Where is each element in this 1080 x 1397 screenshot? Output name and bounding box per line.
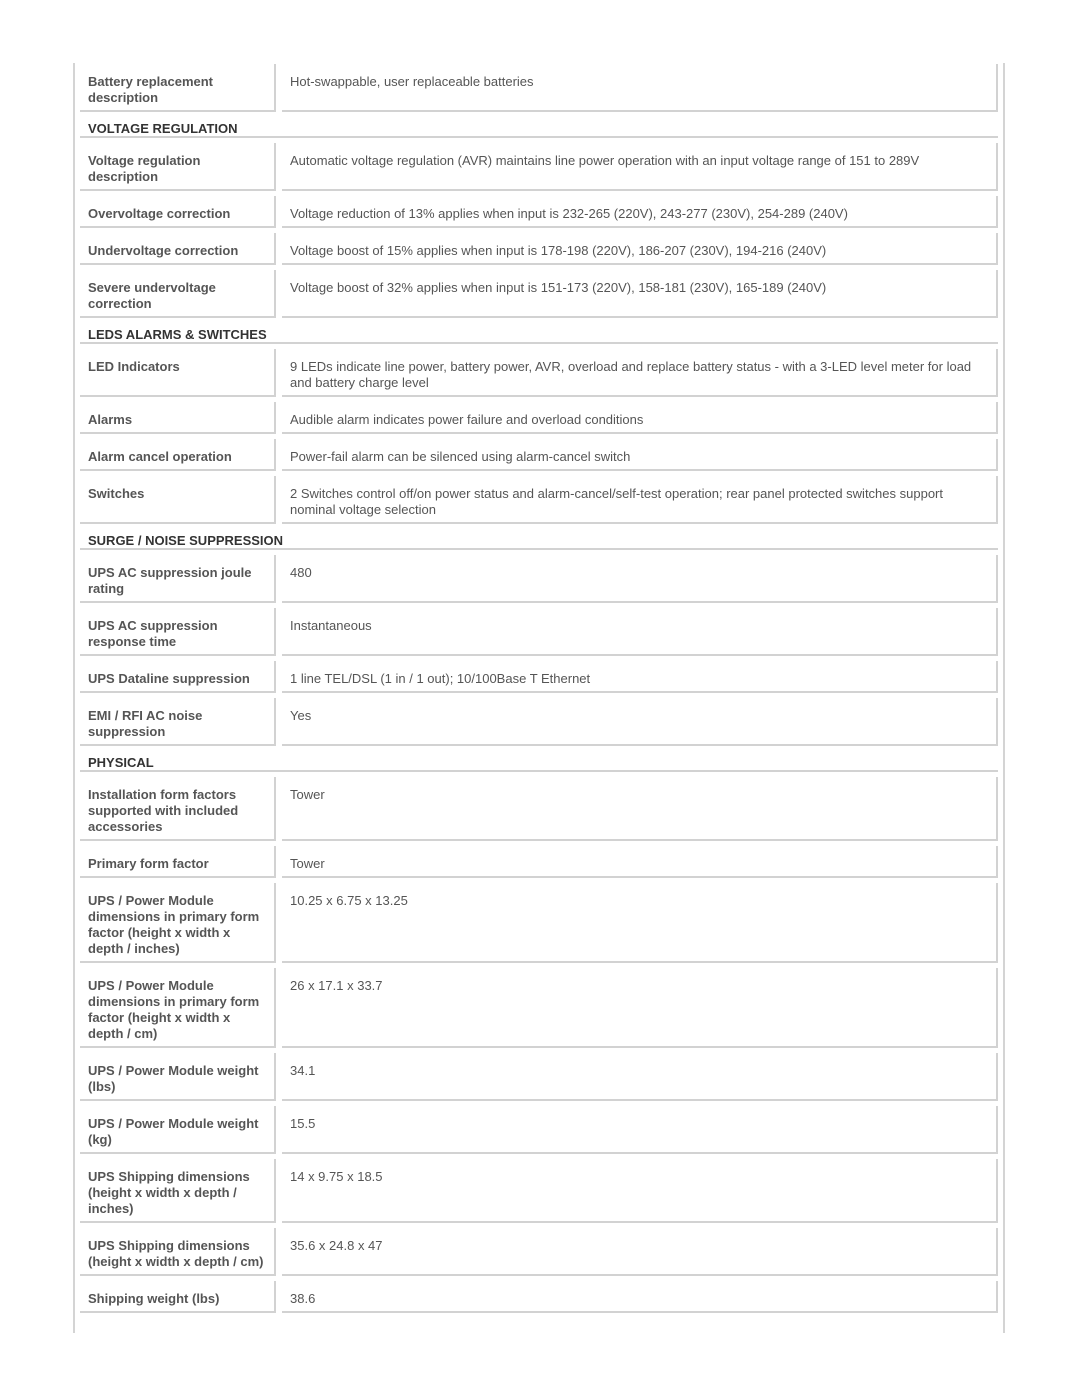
spec-value: 2 Switches control off/on power status a…: [282, 476, 998, 524]
spec-value: Voltage boost of 15% applies when input …: [282, 233, 998, 265]
spec-row: UPS Shipping dimensions (height x width …: [80, 1159, 998, 1223]
section-header: SURGE / NOISE SUPPRESSION: [80, 529, 998, 550]
spec-value: Voltage boost of 32% applies when input …: [282, 270, 998, 318]
spec-row: UPS / Power Module dimensions in primary…: [80, 883, 998, 963]
spec-row: UPS Dataline suppression 1 line TEL/DSL (…: [80, 661, 998, 693]
spec-label: LED Indicators: [80, 349, 276, 397]
spec-label: UPS Dataline suppression: [80, 661, 276, 693]
spec-value: Tower: [282, 846, 998, 878]
spec-value: 1 line TEL/DSL (1 in / 1 out); 10/100Bas…: [282, 661, 998, 693]
spec-value: 10.25 x 6.75 x 13.25: [282, 883, 998, 963]
spec-value: 9 LEDs indicate line power, battery powe…: [282, 349, 998, 397]
spec-row: UPS / Power Module weight (kg) 15.5: [80, 1106, 998, 1154]
spec-label: UPS / Power Module weight (kg): [80, 1106, 276, 1154]
spec-row: UPS AC suppression joule rating 480: [80, 555, 998, 603]
spec-row: Battery replacement description Hot-swapp…: [80, 64, 998, 112]
spec-row: EMI / RFI AC noise suppression Yes: [80, 698, 998, 746]
spec-row: Overvoltage correction Voltage reduction …: [80, 196, 998, 228]
spec-label: Installation form factors supported with…: [80, 777, 276, 841]
spec-row: UPS / Power Module dimensions in primary…: [80, 968, 998, 1048]
spec-label: Voltage regulation description: [80, 143, 276, 191]
spec-label: UPS / Power Module dimensions in primary…: [80, 883, 276, 963]
spec-value: Voltage reduction of 13% applies when in…: [282, 196, 998, 228]
spec-value: Yes: [282, 698, 998, 746]
spec-row: UPS AC suppression response time Instanta…: [80, 608, 998, 656]
spec-label: Battery replacement description: [80, 64, 276, 112]
spec-row: Installation form factors supported with…: [80, 777, 998, 841]
spec-table: Battery replacement description Hot-swapp…: [80, 59, 998, 1313]
spec-row: UPS / Power Module weight (lbs) 34.1: [80, 1053, 998, 1101]
spec-label: UPS / Power Module weight (lbs): [80, 1053, 276, 1101]
spec-label: Severe undervoltage correction: [80, 270, 276, 318]
spec-value: Hot-swappable, user replaceable batterie…: [282, 64, 998, 112]
spec-label: Switches: [80, 476, 276, 524]
spec-row: Primary form factor Tower: [80, 846, 998, 878]
spec-row: Shipping weight (lbs) 38.6: [80, 1281, 998, 1313]
spec-label: Alarms: [80, 402, 276, 434]
spec-value: 35.6 x 24.8 x 47: [282, 1228, 998, 1276]
spec-value: Automatic voltage regulation (AVR) maint…: [282, 143, 998, 191]
spec-row: Alarm cancel operation Power-fail alarm c…: [80, 439, 998, 471]
spec-row: Switches 2 Switches control off/on power …: [80, 476, 998, 524]
spec-row: Voltage regulation description Automatic …: [80, 143, 998, 191]
spec-value: 14 x 9.75 x 18.5: [282, 1159, 998, 1223]
spec-row: UPS Shipping dimensions (height x width …: [80, 1228, 998, 1276]
spec-label: Primary form factor: [80, 846, 276, 878]
spec-label: UPS Shipping dimensions (height x width …: [80, 1159, 276, 1223]
spec-row: Severe undervoltage correction Voltage bo…: [80, 270, 998, 318]
section-header: LEDS ALARMS & SWITCHES: [80, 323, 998, 344]
spec-label: EMI / RFI AC noise suppression: [80, 698, 276, 746]
spec-label: Undervoltage correction: [80, 233, 276, 265]
spec-value: Audible alarm indicates power failure an…: [282, 402, 998, 434]
spec-label: UPS AC suppression response time: [80, 608, 276, 656]
spec-value: 26 x 17.1 x 33.7: [282, 968, 998, 1048]
spec-row: Alarms Audible alarm indicates power fail…: [80, 402, 998, 434]
spec-value: 34.1: [282, 1053, 998, 1101]
spec-value: 480: [282, 555, 998, 603]
spec-value: 38.6: [282, 1281, 998, 1313]
spec-label: UPS / Power Module dimensions in primary…: [80, 968, 276, 1048]
spec-row: Undervoltage correction Voltage boost of …: [80, 233, 998, 265]
spec-label: Overvoltage correction: [80, 196, 276, 228]
section-header: PHYSICAL: [80, 751, 998, 772]
spec-row: LED Indicators 9 LEDs indicate line power…: [80, 349, 998, 397]
spec-value: Tower: [282, 777, 998, 841]
spec-value: 15.5: [282, 1106, 998, 1154]
spec-value: Power-fail alarm can be silenced using a…: [282, 439, 998, 471]
spec-value: Instantaneous: [282, 608, 998, 656]
spec-label: UPS AC suppression joule rating: [80, 555, 276, 603]
spec-label: Alarm cancel operation: [80, 439, 276, 471]
spec-label: UPS Shipping dimensions (height x width …: [80, 1228, 276, 1276]
section-header: VOLTAGE REGULATION: [80, 117, 998, 138]
spec-label: Shipping weight (lbs): [80, 1281, 276, 1313]
